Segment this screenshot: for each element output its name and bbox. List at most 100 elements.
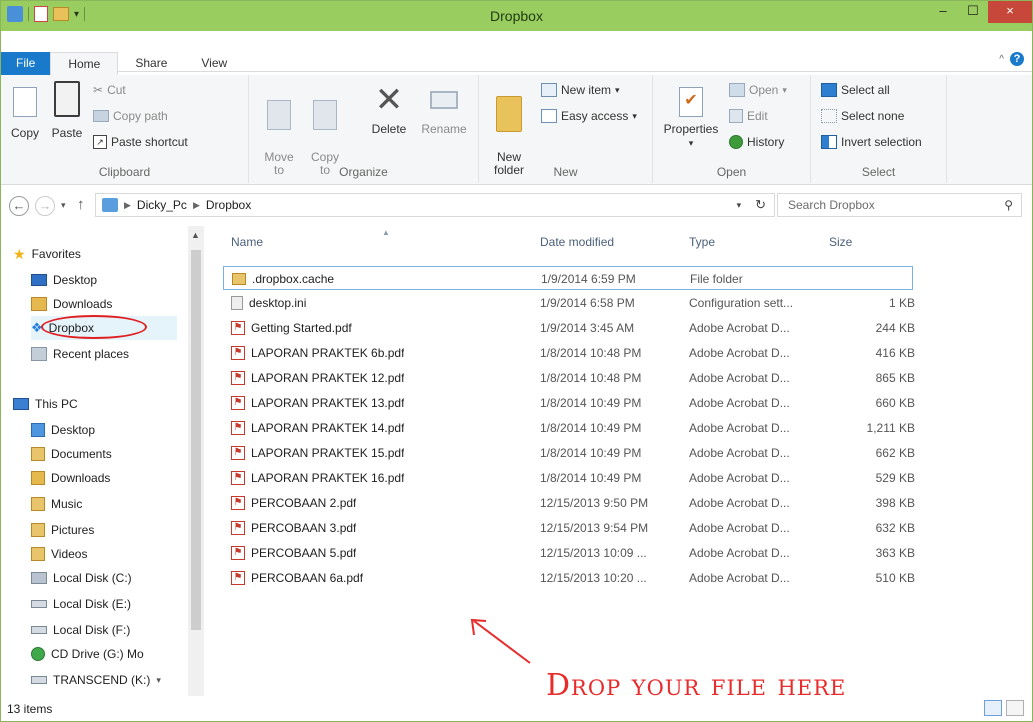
paste-button[interactable]: Paste (47, 79, 87, 140)
move-to-button[interactable]: Move to (261, 83, 297, 177)
breadcrumb-item[interactable]: Dropbox (206, 198, 251, 212)
file-name-cell: ⚑ Getting Started.pdf (231, 321, 352, 335)
column-header-date-modified[interactable]: Date modified (540, 235, 614, 249)
back-button[interactable]: ← (9, 196, 29, 216)
nav-favorites[interactable]: ★ Favorites (13, 242, 81, 266)
table-row[interactable]: ⚑ PERCOBAAN 3.pdf 12/15/2013 9:54 PM Adobe … (223, 516, 915, 540)
table-row[interactable]: ⚑ LAPORAN PRAKTEK 12.pdf 1/8/2014 10:48 PM… (223, 366, 915, 390)
rename-button[interactable]: Rename (419, 83, 469, 136)
nav-this-pc[interactable]: This PC (13, 392, 78, 416)
nav-thispc-documents[interactable]: Documents (31, 442, 112, 466)
table-row[interactable]: ⚑ Getting Started.pdf 1/9/2014 3:45 AM Adob… (223, 316, 915, 340)
nav-thispc-local-disk-c[interactable]: Local Disk (C:) (31, 566, 132, 590)
large-icons-view-icon[interactable] (1006, 700, 1024, 716)
file-name: PERCOBAAN 3.pdf (251, 521, 357, 535)
maximize-button[interactable]: ☐ (958, 1, 988, 23)
tab-share[interactable]: Share (118, 52, 184, 76)
desktop-icon (31, 274, 47, 286)
easy-access-button[interactable]: Easy access ▾ (541, 109, 637, 123)
table-row[interactable]: desktop.ini 1/9/2014 6:58 PM Configuration… (223, 291, 915, 315)
nav-scrollbar[interactable]: ▲ (188, 226, 204, 696)
paste-icon (54, 81, 80, 117)
breadcrumb-item[interactable]: Dicky_Pc (137, 198, 187, 212)
red-circle-annotation (41, 315, 147, 339)
paste-shortcut-button[interactable]: ↗ Paste shortcut (93, 135, 188, 149)
file-name-cell: .dropbox.cache (232, 272, 334, 286)
tab-file[interactable]: File (1, 52, 51, 76)
nav-favorites-recent-places[interactable]: Recent places (31, 342, 129, 366)
table-row[interactable]: ⚑ PERCOBAAN 5.pdf 12/15/2013 10:09 ... Adob… (223, 541, 915, 565)
copy-button[interactable]: Copy (7, 83, 43, 140)
column-header-size[interactable]: Size (829, 235, 852, 249)
new-item-button[interactable]: New item ▾ (541, 83, 620, 97)
table-row[interactable]: ⚑ LAPORAN PRAKTEK 6b.pdf 1/8/2014 10:48 PM… (223, 341, 915, 365)
explorer-window: ▾ Dropbox – ☐ × File Home Share View ^ ?… (0, 0, 1033, 722)
new-folder-button[interactable]: New folder (487, 79, 531, 177)
nav-thispc-transcend-k[interactable]: TRANSCEND (K:) ▾ (31, 668, 161, 692)
delete-button[interactable]: ✕ Delete (365, 83, 413, 136)
select-all-button[interactable]: Select all (821, 83, 890, 97)
recent-locations-chevron-icon[interactable]: ▾ (61, 200, 66, 211)
collapse-ribbon-icon[interactable]: ^ (999, 54, 1004, 65)
nav-thispc-cd-drive-g[interactable]: CD Drive (G:) Mo (31, 642, 144, 666)
paste-shortcut-icon: ↗ (93, 135, 107, 149)
copy-path-button[interactable]: Copy path (93, 109, 168, 123)
nav-thispc-pictures[interactable]: Pictures (31, 518, 94, 542)
properties-button[interactable]: ✔ Properties ▾ (659, 83, 723, 150)
select-none-button[interactable]: Select none (821, 109, 904, 123)
nav-thispc-local-disk-e[interactable]: Local Disk (E:) (31, 592, 131, 616)
details-view-icon[interactable] (984, 700, 1002, 716)
file-type: Adobe Acrobat D... (689, 546, 790, 560)
nav-scrollbar-thumb[interactable] (191, 250, 201, 630)
path-dropdown-icon[interactable]: ▾ (737, 200, 742, 211)
nav-favorites-dropbox[interactable]: ❖ Dropbox (31, 315, 177, 340)
nav-thispc-downloads[interactable]: Downloads (31, 466, 110, 490)
title-bar: ▾ Dropbox – ☐ × (1, 1, 1032, 31)
table-row[interactable]: ⚑ LAPORAN PRAKTEK 15.pdf 1/8/2014 10:49 PM… (223, 441, 915, 465)
nav-thispc-music[interactable]: Music (31, 492, 82, 516)
window-title: Dropbox (490, 8, 543, 24)
cut-button[interactable]: ✂ Cut (93, 83, 126, 97)
copy-to-button[interactable]: Copy to (307, 83, 343, 177)
up-arrow-icon[interactable]: ↑ (77, 196, 85, 213)
invert-selection-button[interactable]: Invert selection (821, 135, 922, 149)
table-row[interactable]: ⚑ PERCOBAAN 6a.pdf 12/15/2013 10:20 ... Ado… (223, 566, 915, 590)
file-type: Adobe Acrobat D... (689, 571, 790, 585)
table-row[interactable]: .dropbox.cache 1/9/2014 6:59 PM File folde… (223, 266, 913, 290)
table-row[interactable]: ⚑ LAPORAN PRAKTEK 13.pdf 1/8/2014 10:49 PM… (223, 391, 915, 415)
forward-button[interactable]: → (35, 196, 55, 216)
folder-icon (496, 96, 522, 132)
minimize-button[interactable]: – (928, 1, 958, 23)
scissors-icon: ✂ (93, 83, 104, 97)
table-row[interactable]: ⚑ LAPORAN PRAKTEK 16.pdf 1/8/2014 10:49 PM… (223, 466, 915, 490)
refresh-icon[interactable]: ↻ (755, 197, 766, 213)
search-input[interactable]: Search Dropbox ⚲ (777, 193, 1022, 217)
nav-favorites-downloads[interactable]: Downloads (31, 292, 112, 316)
file-size: 1 KB (888, 296, 915, 310)
table-row[interactable]: ⚑ PERCOBAAN 2.pdf 12/15/2013 9:50 PM Adobe … (223, 491, 915, 515)
nav-favorites-desktop[interactable]: Desktop (31, 268, 97, 292)
tab-view[interactable]: View (184, 52, 244, 76)
nav-thispc-local-disk-f[interactable]: Local Disk (F:) (31, 618, 130, 642)
edit-button[interactable]: Edit (729, 109, 768, 123)
item-count: 13 items (7, 702, 53, 716)
column-header-name[interactable]: Name (231, 235, 263, 249)
open-group-label: Open (716, 165, 747, 179)
breadcrumb[interactable]: ▶ Dicky_Pc ▶ Dropbox ▾ ↻ (95, 193, 775, 217)
column-header-type[interactable]: Type (689, 235, 715, 249)
scroll-up-arrow-icon[interactable]: ▲ (191, 230, 200, 240)
help-icon[interactable]: ? (1010, 52, 1024, 66)
open-button[interactable]: Open ▾ (729, 83, 787, 97)
pdf-file-icon: ⚑ (231, 371, 245, 385)
music-folder-icon (31, 497, 45, 511)
table-row[interactable]: ⚑ LAPORAN PRAKTEK 14.pdf 1/8/2014 10:49 PM… (223, 416, 915, 440)
close-button[interactable]: × (988, 1, 1032, 23)
history-button[interactable]: History (729, 135, 784, 149)
search-icon[interactable]: ⚲ (1004, 198, 1013, 212)
pdf-file-icon: ⚑ (231, 496, 245, 510)
tab-home[interactable]: Home (50, 52, 119, 76)
nav-thispc-videos[interactable]: Videos (31, 542, 87, 566)
nav-thispc-desktop[interactable]: Desktop (31, 418, 95, 442)
invert-selection-icon (821, 135, 837, 149)
easy-access-icon (541, 109, 557, 123)
